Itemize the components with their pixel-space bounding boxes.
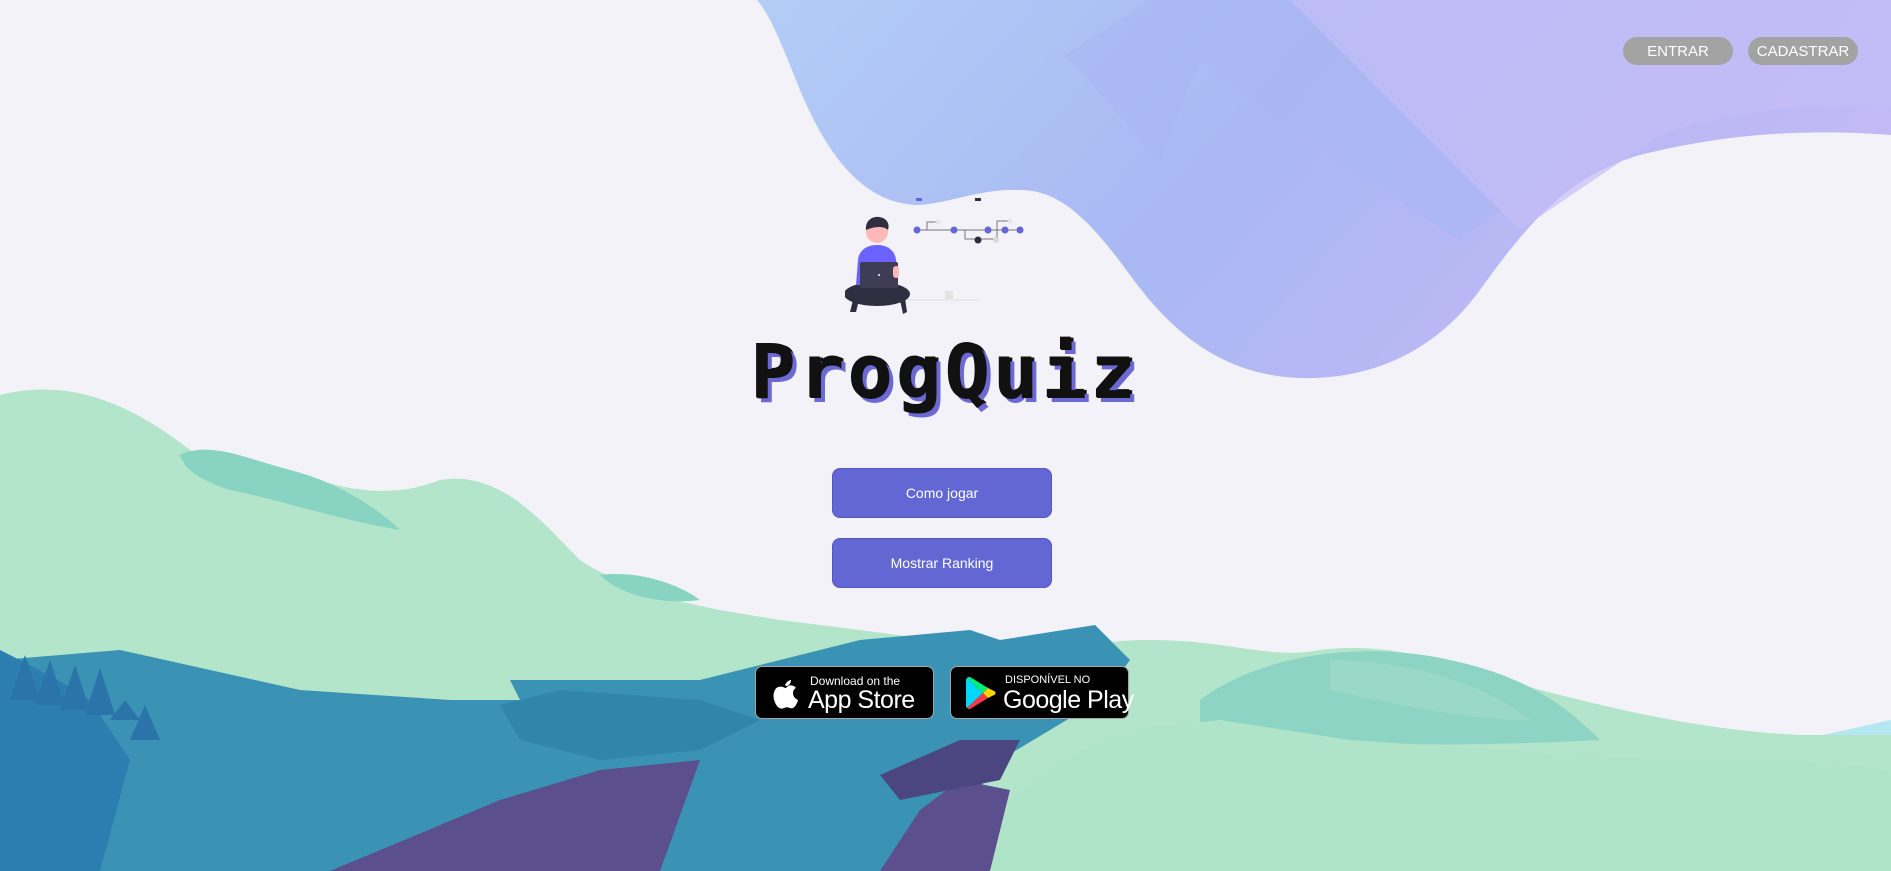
google-play-big-text: Google Play [1003,686,1134,714]
apple-icon [773,680,798,709]
login-button[interactable]: ENTRAR [1623,37,1733,65]
google-play-icon [966,677,996,709]
google-play-badge[interactable]: DISPONÍVEL NO Google Play [950,666,1134,719]
programmer-illustration [845,198,1024,314]
how-to-play-button[interactable]: Como jogar [832,468,1052,518]
show-ranking-button[interactable]: Mostrar Ranking [832,538,1052,588]
background-landscape [0,0,1891,871]
app-store-badge[interactable]: Download on the App Store [755,666,934,719]
app-store-big-text: App Store [808,686,915,714]
app-logo: ProgQuiz [751,330,1140,416]
google-play-small-text: DISPONÍVEL NO [1005,674,1091,686]
signup-button[interactable]: CADASTRAR [1748,37,1858,65]
